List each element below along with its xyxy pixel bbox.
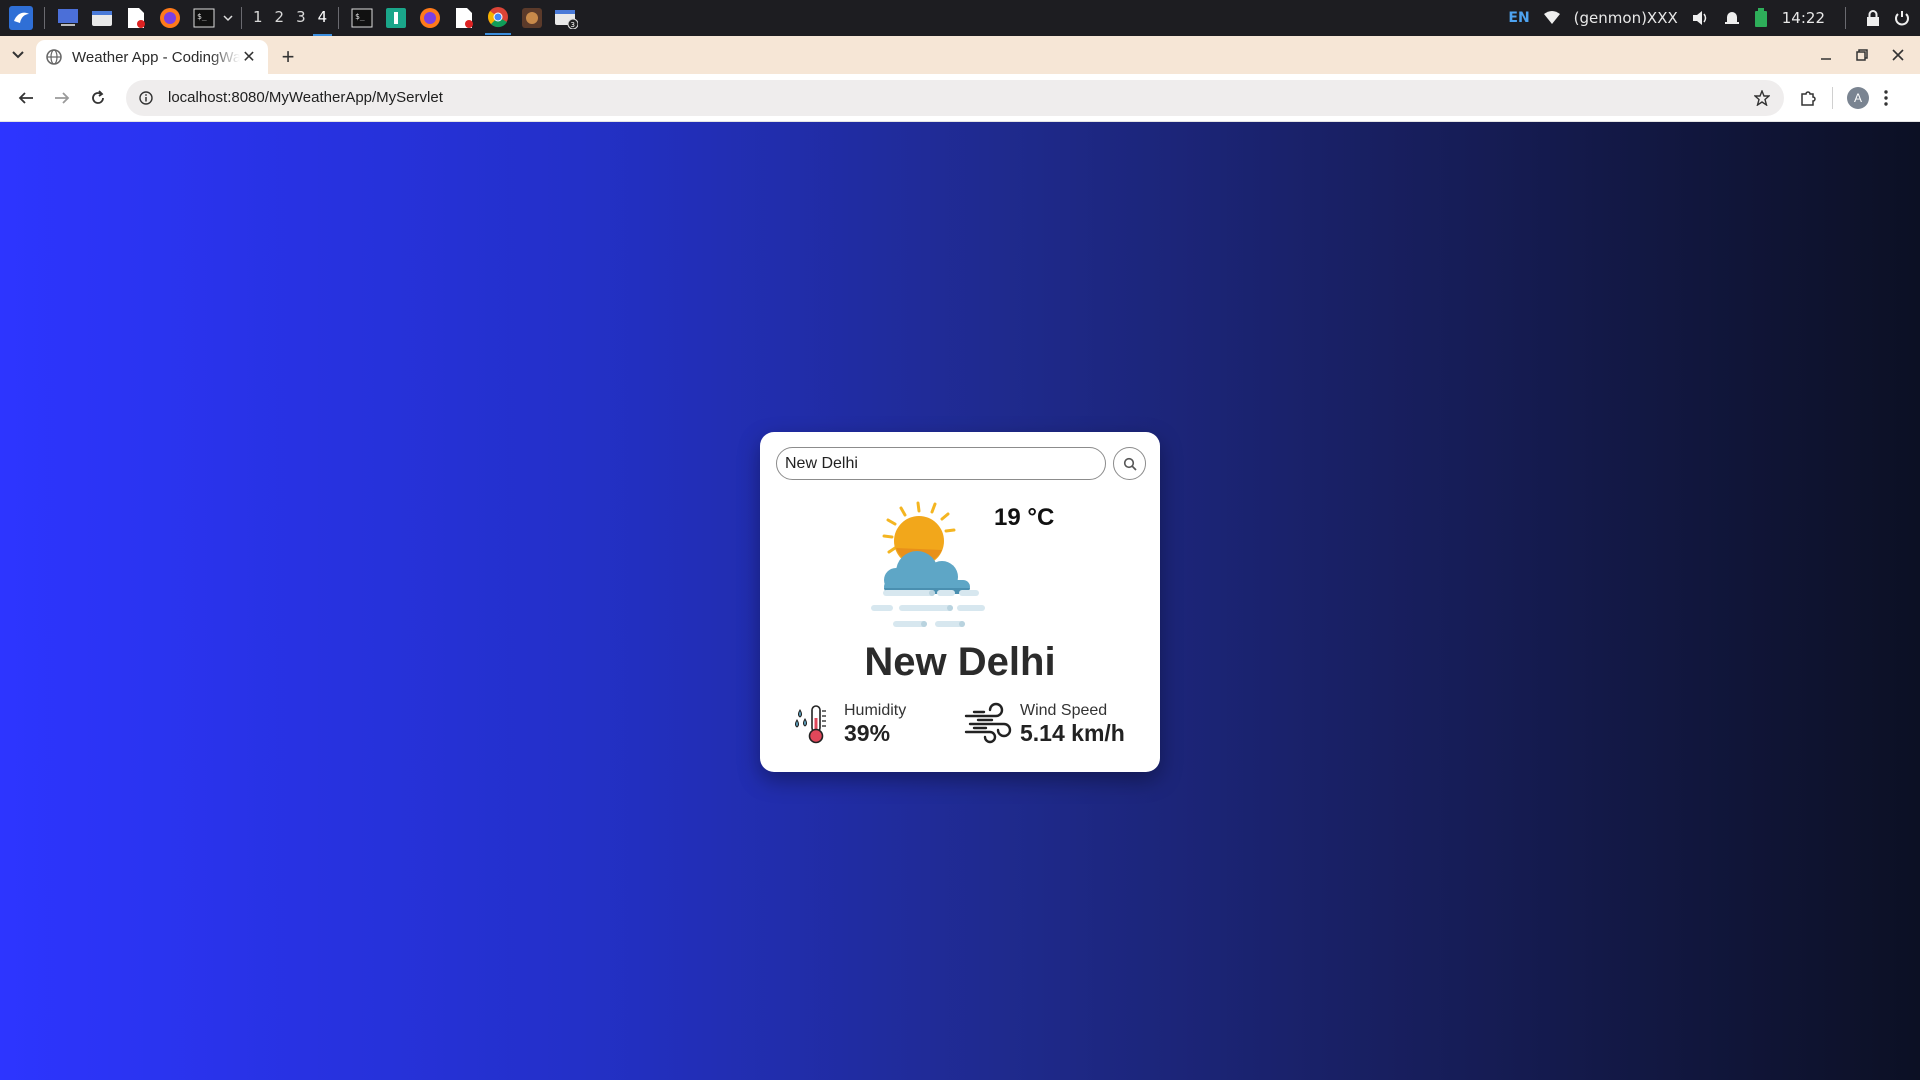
workspace-2[interactable]: 2 (270, 0, 290, 36)
forward-arrow-icon (55, 91, 70, 104)
document-icon[interactable] (451, 5, 477, 31)
reload-icon (92, 89, 104, 104)
chevron-down-icon[interactable] (221, 5, 235, 31)
weather-card: 19 °C New Delhi Humidity 39% (760, 432, 1160, 772)
wind-stat: Wind Speed 5.14 km/h (964, 702, 1125, 746)
search-row (776, 447, 1146, 480)
wind-label: Wind Speed (1020, 702, 1108, 719)
close-window-icon[interactable] (1892, 49, 1916, 61)
svg-text:$_: $_ (355, 12, 365, 21)
wind-value: 5.14 km/h (1020, 720, 1125, 746)
more-menu-icon[interactable] (1883, 89, 1889, 107)
lock-icon[interactable] (1866, 10, 1880, 26)
extensions-puzzle-icon[interactable] (1800, 89, 1818, 107)
text-editor-icon[interactable] (123, 5, 149, 31)
file-manager-icon[interactable] (89, 5, 115, 31)
city-name: New Delhi (864, 640, 1056, 684)
browser-tab-weather-app[interactable]: Weather App - CodingWala ✕ (36, 40, 268, 74)
battery-icon[interactable] (1754, 8, 1768, 28)
search-icon (1123, 457, 1137, 471)
humidity-thermometer-icon (795, 705, 826, 744)
workspace-switcher: 1 2 3 4 (248, 0, 333, 36)
humidity-label: Humidity (844, 702, 907, 719)
browser-tab-strip: Weather App - CodingWala ✕ + (0, 36, 1920, 74)
volume-icon[interactable] (1692, 10, 1710, 26)
new-tab-button[interactable]: + (272, 40, 304, 74)
city-search-input[interactable] (776, 447, 1106, 480)
wifi-icon[interactable] (1543, 11, 1560, 25)
address-bar[interactable]: localhost:8080/MyWeatherApp/MyServlet (126, 79, 1784, 116)
power-icon[interactable] (1894, 10, 1910, 26)
workspace-1[interactable]: 1 (248, 0, 268, 36)
desktop-icon[interactable] (55, 5, 81, 31)
tab-search-chevron-icon[interactable] (0, 37, 36, 73)
system-taskbar: $_ 1 2 3 4 $_ 3 EN (genmon)XXX 14:22 (0, 0, 1920, 36)
minimize-icon[interactable] (1820, 49, 1844, 61)
window-controls (1820, 36, 1916, 74)
profile-avatar[interactable]: A (1847, 86, 1869, 109)
terminal-icon[interactable]: $_ (349, 5, 375, 31)
files-icon[interactable]: 3 (553, 5, 579, 31)
back-arrow-icon (18, 91, 33, 104)
wind-text: Wind Speed 5.14 km/h (1020, 702, 1125, 746)
back-button[interactable] (8, 80, 44, 116)
firefox-icon[interactable] (417, 5, 443, 31)
taskbar-separator (241, 7, 242, 29)
tab-title: Weather App - CodingWala (72, 48, 240, 66)
toolbar-separator (1832, 86, 1833, 109)
pycharm-icon[interactable] (383, 5, 409, 31)
forward-button[interactable] (44, 80, 80, 116)
globe-icon (46, 49, 62, 65)
restore-icon[interactable] (1856, 49, 1880, 61)
tab-close-icon[interactable]: ✕ (240, 48, 258, 66)
terminal-icon[interactable]: $_ (191, 5, 217, 31)
wind-icon (964, 702, 1012, 744)
browser-toolbar: localhost:8080/MyWeatherApp/MyServlet A (0, 74, 1920, 122)
temperature: 19 °C (994, 504, 1055, 531)
taskbar-separator (44, 7, 45, 29)
svg-text:3: 3 (571, 21, 575, 29)
taskbar-separator (1845, 7, 1846, 29)
chrome-icon[interactable] (485, 1, 512, 35)
url-text[interactable]: localhost:8080/MyWeatherApp/MyServlet (168, 89, 1750, 106)
bookmark-star-icon[interactable] (1750, 86, 1774, 110)
workspace-4[interactable]: 4 (312, 0, 333, 36)
svg-text:$_: $_ (197, 12, 207, 21)
humidity-stat: Humidity 39% (792, 702, 906, 746)
search-button[interactable] (1113, 447, 1146, 480)
notification-bell-icon[interactable] (1724, 10, 1740, 26)
page-viewport: 19 °C New Delhi Humidity 39% (0, 122, 1920, 1080)
clock[interactable]: 14:22 (1782, 9, 1825, 27)
humidity-value: 39% (844, 720, 891, 746)
taskbar-separator (338, 7, 340, 29)
humidity-text: Humidity 39% (844, 702, 906, 746)
sun-cloud-mist-icon (862, 500, 994, 630)
site-info-icon[interactable] (136, 88, 156, 108)
workspace-3[interactable]: 3 (291, 0, 311, 36)
network-genmon-label[interactable]: (genmon)XXX (1574, 9, 1678, 27)
keyboard-layout-indicator[interactable]: EN (1508, 10, 1529, 26)
reload-button[interactable] (80, 80, 116, 116)
app-menu-icon[interactable] (8, 5, 34, 31)
app-icon[interactable] (519, 5, 545, 31)
firefox-icon[interactable] (157, 5, 183, 31)
